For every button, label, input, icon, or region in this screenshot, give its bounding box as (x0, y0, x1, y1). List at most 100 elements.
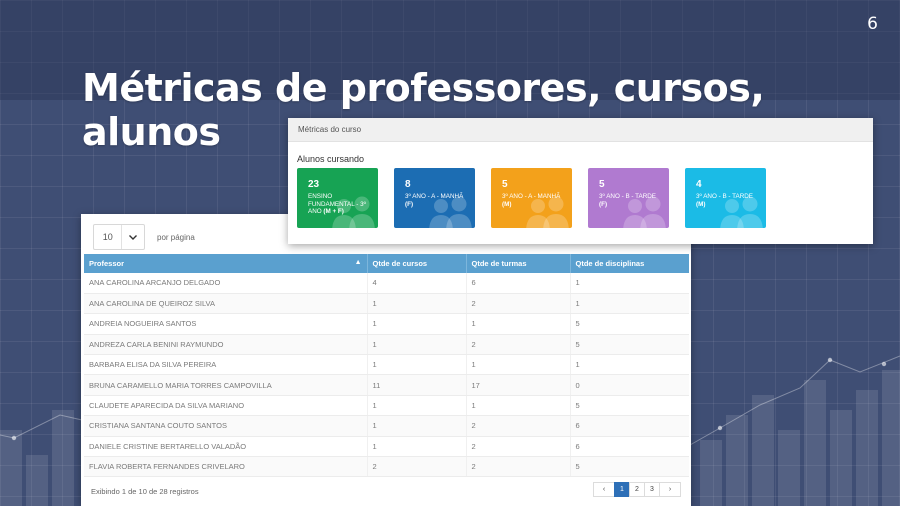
cell-cursos: 1 (367, 334, 467, 356)
table-row[interactable]: FLAVIA ROBERTA FERNANDES CRIVELARO 2 2 5 (84, 456, 689, 478)
cell-disciplinas: 6 (570, 436, 689, 458)
cell-cursos: 11 (367, 374, 467, 396)
metric-card-count: 4 (696, 179, 702, 190)
cell-professor: DANIELE CRISTINE BERTARELLO VALADÃO (84, 436, 368, 458)
cell-cursos: 1 (367, 436, 467, 458)
metric-card[interactable]: 4 3º ANO - B - TARDE (M) (685, 168, 766, 228)
column-header-disciplinas[interactable]: Qtde de disciplinas (570, 254, 689, 273)
metric-card-label-text: 3º ANO - A - MANHÃ (502, 193, 561, 200)
pagination-prev-button[interactable]: ‹ (593, 482, 615, 497)
pagination-page-1[interactable]: 1 (614, 482, 630, 497)
cell-professor: ANA CAROLINA ARCANJO DELGADO (84, 273, 368, 294)
cell-turmas: 6 (466, 273, 571, 294)
metric-card-count: 8 (405, 179, 411, 190)
cell-cursos: 2 (367, 456, 467, 478)
per-page-label: por página (157, 232, 195, 242)
column-header-label: Professor (89, 259, 125, 268)
metric-card-label-suffix: (F) (599, 200, 608, 208)
cell-disciplinas: 1 (570, 293, 689, 315)
pagination: ‹ 1 2 3 › (593, 482, 681, 497)
per-page-value: 10 (102, 232, 113, 242)
cell-professor: BARBARA ELISA DA SILVA PEREIRA (84, 354, 368, 376)
metric-card[interactable]: 5 3º ANO - B - TARDE (F) (588, 168, 669, 228)
column-header-professor[interactable]: Professor ▲ (84, 254, 368, 273)
chevron-left-icon: ‹ (602, 486, 606, 493)
table-body: ANA CAROLINA ARCANJO DELGADO 4 6 1 ANA CAROL… (84, 273, 689, 478)
cell-cursos: 4 (367, 273, 467, 294)
records-info: Exibindo 1 de 10 de 28 registros (91, 487, 199, 496)
metric-card-label-suffix: (M) (696, 200, 706, 208)
per-page-select[interactable]: 10 (93, 224, 145, 250)
metric-card-label: 3º ANO - B - TARDE (F) (599, 193, 661, 208)
cell-disciplinas: 5 (570, 334, 689, 356)
cell-turmas: 1 (466, 354, 571, 376)
table-row[interactable]: BRUNA CARAMELLO MARIA TORRES CAMPOVILLA 1… (84, 374, 689, 396)
metric-card-label-text: 3º ANO - B - TARDE (696, 193, 754, 200)
professor-table-panel: 10 por página Professor ▲ Qtde de cursos… (81, 214, 691, 506)
metric-card-count: 5 (599, 179, 605, 190)
metric-card-label-suffix: (F) (405, 200, 414, 208)
cell-cursos: 1 (367, 313, 467, 335)
pagination-page-2[interactable]: 2 (629, 482, 645, 497)
metric-card-label: ENSINO FUNDAMENTAL - 3º ANO (M + F) (308, 193, 370, 216)
chevron-down-icon (121, 225, 144, 249)
cell-professor: ANA CAROLINA DE QUEIROZ SILVA (84, 293, 368, 315)
cell-cursos: 1 (367, 293, 467, 315)
metric-card-label-suffix: (M + F) (323, 208, 344, 216)
cell-cursos: 1 (367, 395, 467, 417)
cell-disciplinas: 5 (570, 313, 689, 335)
cell-turmas: 17 (466, 374, 571, 396)
cell-disciplinas: 6 (570, 415, 689, 437)
metric-card-label: 3º ANO - A - MANHÃ (M) (502, 193, 564, 208)
pagination-page-3[interactable]: 3 (644, 482, 660, 497)
table-header-row: Professor ▲ Qtde de cursos Qtde de turma… (84, 254, 689, 273)
metrics-panel-header: Métricas do curso (288, 118, 873, 142)
metric-card-count: 23 (308, 179, 320, 190)
column-header-cursos[interactable]: Qtde de cursos (367, 254, 467, 273)
metric-card-label: 3º ANO - A - MANHÃ (F) (405, 193, 467, 208)
table-row[interactable]: CLAUDETE APARECIDA DA SILVA MARIANO 1 1 5 (84, 395, 689, 417)
cell-turmas: 2 (466, 415, 571, 437)
table-row[interactable]: ANA CAROLINA ARCANJO DELGADO 4 6 1 (84, 273, 689, 294)
cell-turmas: 2 (466, 456, 571, 478)
metric-card-label-text: 3º ANO - A - MANHÃ (405, 193, 464, 200)
page-number: 6 (867, 14, 878, 34)
sort-ascending-icon[interactable]: ▲ (355, 259, 362, 266)
metric-card[interactable]: 8 3º ANO - A - MANHÃ (F) (394, 168, 475, 228)
metric-card[interactable]: 5 3º ANO - A - MANHÃ (M) (491, 168, 572, 228)
cell-disciplinas: 1 (570, 354, 689, 376)
pagination-next-button[interactable]: › (659, 482, 681, 497)
table-row[interactable]: DANIELE CRISTINE BERTARELLO VALADÃO 1 2 6 (84, 436, 689, 458)
table-row[interactable]: ANDREZA CARLA BENINI RAYMUNDO 1 2 5 (84, 334, 689, 356)
metrics-subtitle: Alunos cursando (297, 154, 365, 164)
cell-disciplinas: 1 (570, 273, 689, 294)
table-row[interactable]: ANDREIA NOGUEIRA SANTOS 1 1 5 (84, 313, 689, 335)
column-header-turmas[interactable]: Qtde de turmas (466, 254, 571, 273)
cell-cursos: 1 (367, 415, 467, 437)
cell-disciplinas: 0 (570, 374, 689, 396)
cell-professor: CLAUDETE APARECIDA DA SILVA MARIANO (84, 395, 368, 417)
table-row[interactable]: ANA CAROLINA DE QUEIROZ SILVA 1 2 1 (84, 293, 689, 315)
metric-card-count: 5 (502, 179, 508, 190)
metric-card-label: 3º ANO - B - TARDE (M) (696, 193, 758, 208)
metric-card-label-text: 3º ANO - B - TARDE (599, 193, 657, 200)
cell-professor: ANDREZA CARLA BENINI RAYMUNDO (84, 334, 368, 356)
cell-professor: FLAVIA ROBERTA FERNANDES CRIVELARO (84, 456, 368, 478)
metric-cards: 23 ENSINO FUNDAMENTAL - 3º ANO (M + F) 8 3º… (297, 168, 782, 228)
cell-turmas: 2 (466, 334, 571, 356)
cell-cursos: 1 (367, 354, 467, 376)
metric-card[interactable]: 23 ENSINO FUNDAMENTAL - 3º ANO (M + F) (297, 168, 378, 228)
cell-turmas: 1 (466, 313, 571, 335)
cell-disciplinas: 5 (570, 456, 689, 478)
cell-turmas: 2 (466, 293, 571, 315)
metric-card-label-suffix: (M) (502, 200, 512, 208)
per-page-control: 10 por página (93, 224, 195, 250)
table-row[interactable]: BARBARA ELISA DA SILVA PEREIRA 1 1 1 (84, 354, 689, 376)
cell-turmas: 1 (466, 395, 571, 417)
cell-professor: BRUNA CARAMELLO MARIA TORRES CAMPOVILLA (84, 374, 368, 396)
table-row[interactable]: CRISTIANA SANTANA COUTO SANTOS 1 2 6 (84, 415, 689, 437)
chevron-right-icon: › (668, 486, 672, 493)
cell-professor: CRISTIANA SANTANA COUTO SANTOS (84, 415, 368, 437)
cell-turmas: 2 (466, 436, 571, 458)
cell-disciplinas: 5 (570, 395, 689, 417)
